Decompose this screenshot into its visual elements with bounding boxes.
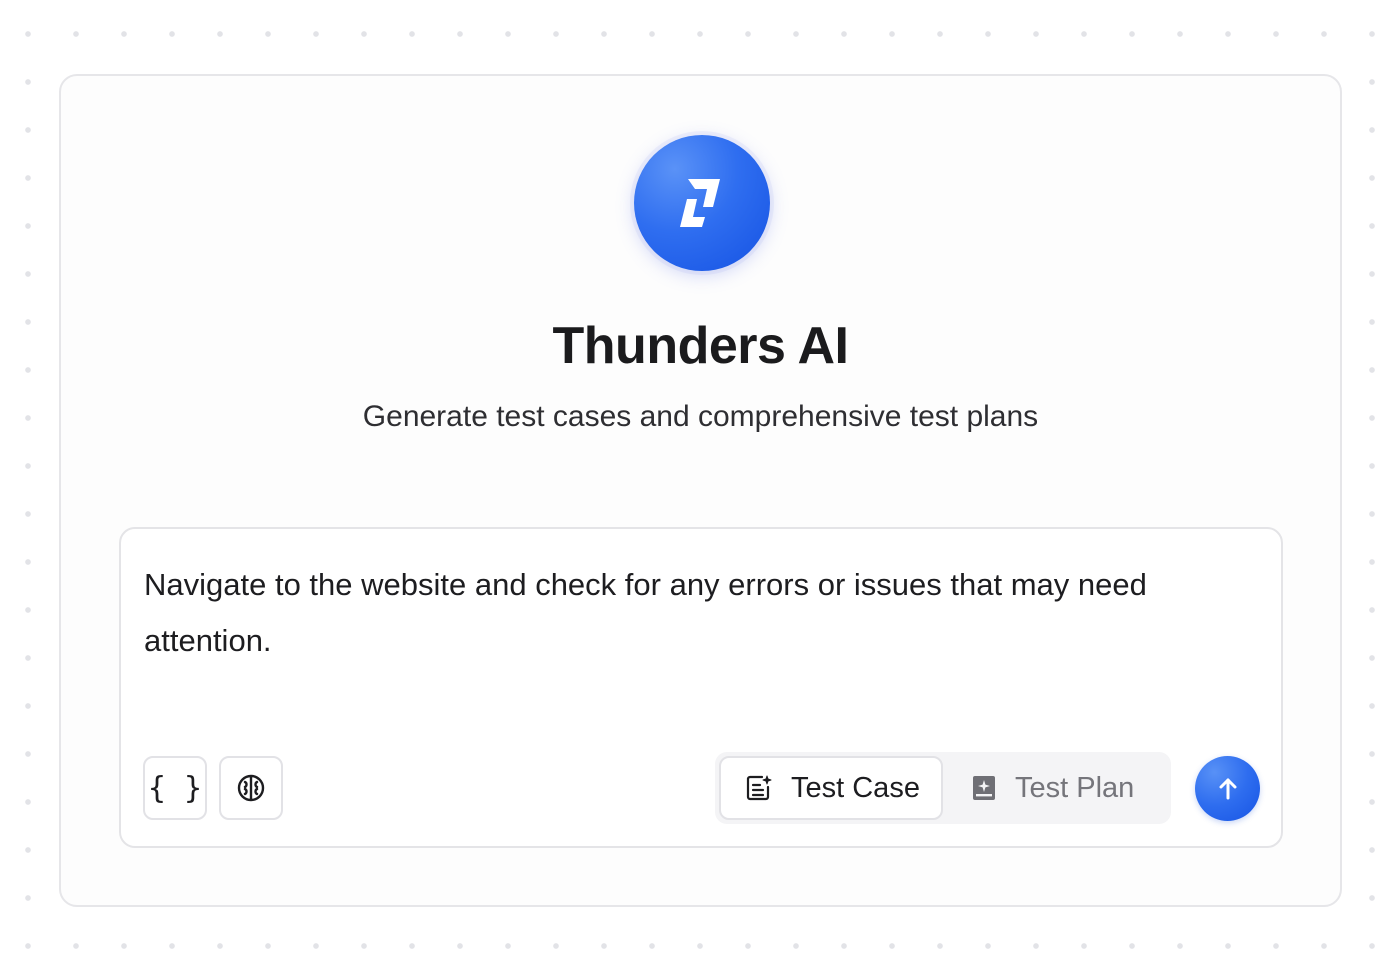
brain-icon (237, 774, 265, 802)
mode-test-plan[interactable]: Test Plan (947, 756, 1167, 820)
main-card: Thunders AI Generate test cases and comp… (59, 74, 1342, 907)
braces-icon: { } (147, 770, 203, 806)
prompt-input[interactable]: Navigate to the website and check for an… (144, 557, 1254, 669)
mode-test-plan-label: Test Plan (1015, 771, 1135, 804)
reasoning-button[interactable] (219, 756, 283, 820)
arrow-up-icon (1219, 778, 1236, 799)
test-plan-icon (971, 774, 997, 802)
mode-test-case[interactable]: Test Case (719, 756, 943, 820)
variables-button[interactable]: { } (143, 756, 207, 820)
send-button[interactable] (1195, 756, 1260, 821)
prompt-composer[interactable]: Navigate to the website and check for an… (119, 527, 1283, 848)
thunders-logo (634, 135, 770, 271)
page-title: Thunders AI (552, 317, 849, 375)
thunders-logo-icon (680, 179, 720, 227)
page-subtitle: Generate test cases and comprehensive te… (362, 400, 1039, 433)
mode-toggle: Test Case Test Plan (715, 752, 1171, 824)
test-case-icon (745, 774, 773, 802)
mode-test-case-label: Test Case (791, 771, 920, 804)
